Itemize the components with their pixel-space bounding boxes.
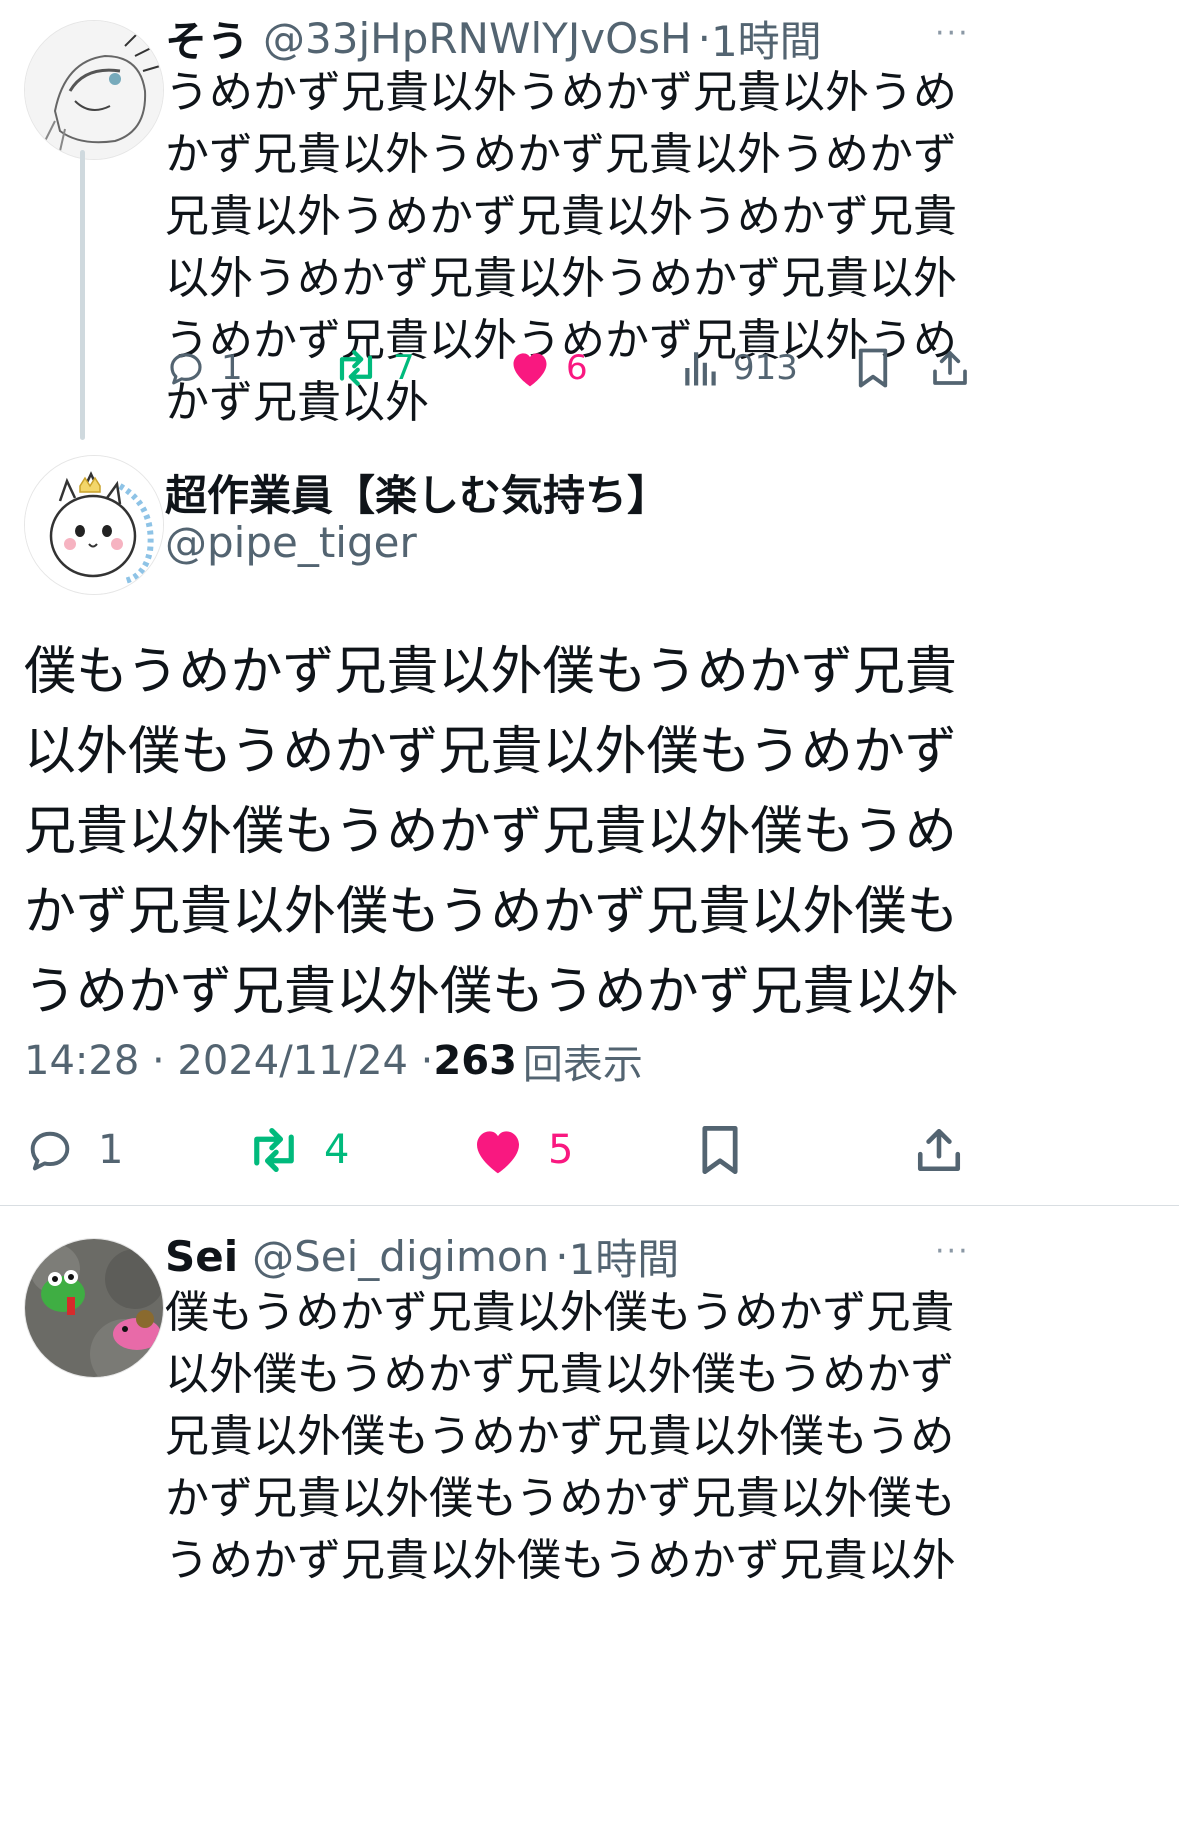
post1-time[interactable]: 1時間 — [711, 8, 822, 69]
retweet-icon — [254, 1128, 294, 1172]
post1-share-button[interactable] — [930, 338, 970, 398]
heart-icon — [513, 353, 547, 387]
post1-views-button[interactable]: 913 — [683, 338, 798, 398]
heart-icon — [477, 1131, 519, 1174]
main-post-views-label: 回表示 — [522, 1042, 643, 1088]
post1-like-button[interactable]: 6 — [508, 338, 588, 398]
post3-time[interactable]: 1時間 — [569, 1226, 680, 1287]
avatar-pipe-tiger[interactable] — [24, 455, 164, 595]
bookmark-icon — [858, 348, 888, 388]
post1-reply-count: 1 — [221, 348, 243, 388]
post3-text: 僕もうめかず兄貴以外僕もうめかず兄貴以外僕もうめかず兄貴以外僕もうめかず兄貴以外… — [165, 1287, 956, 1586]
main-post-reply-button[interactable]: 1 — [24, 1120, 123, 1180]
retweet-icon — [339, 350, 373, 386]
main-post-text: 僕もうめかず兄貴以外僕もうめかず兄貴以外僕もうめかず兄貴以外僕もうめかず兄貴以外… — [24, 642, 959, 1022]
thread-connector — [80, 150, 85, 440]
views-chart-icon — [685, 352, 716, 386]
post1-bookmark-button[interactable] — [855, 338, 891, 398]
share-icon — [933, 351, 967, 385]
reply-icon — [170, 353, 202, 385]
main-post-author-handle[interactable]: @pipe_tiger — [165, 518, 417, 567]
avatar-sou[interactable] — [24, 20, 164, 160]
main-post-reply-count: 1 — [98, 1127, 124, 1173]
main-post-divider — [0, 1205, 1179, 1206]
post3-separator: · — [555, 1231, 569, 1281]
main-post-retweet-button[interactable]: 4 — [246, 1120, 349, 1180]
post1-reply-button[interactable]: 1 — [165, 338, 243, 398]
post3-header: Sei @Sei_digimon · 1時間 — [165, 1228, 679, 1284]
main-post-retweet-count: 4 — [324, 1127, 350, 1173]
main-post-share-button[interactable] — [914, 1120, 964, 1180]
post3-more-icon[interactable]: ··· — [935, 1234, 970, 1269]
post1-author-handle[interactable]: @33jHpRNWlYJvOsH — [263, 14, 692, 63]
main-post-timestamp[interactable]: 14:28 · 2024/11/24 · — [24, 1038, 433, 1084]
post1-header: そう @33jHpRNWlYJvOsH · 1時間 — [165, 10, 822, 66]
post1-views-count: 913 — [733, 348, 798, 388]
main-post-author-name[interactable]: 超作業員【楽しむ気持ち】 — [165, 462, 669, 523]
main-post-actions: 1 4 5 — [24, 1120, 1164, 1180]
post1-author-name[interactable]: そう — [165, 8, 249, 69]
post1-more-icon[interactable]: ··· — [935, 16, 970, 51]
post1-separator: · — [697, 13, 711, 63]
avatar-sei[interactable] — [24, 1238, 164, 1378]
post1-retweet-button[interactable]: 7 — [333, 338, 415, 398]
main-post-like-button[interactable]: 5 — [470, 1120, 573, 1180]
post1-retweet-count: 7 — [393, 348, 415, 388]
post1-like-count: 6 — [566, 348, 588, 388]
main-post-like-count: 5 — [548, 1127, 574, 1173]
post3-author-name[interactable]: Sei — [165, 1232, 238, 1281]
share-icon — [917, 1128, 961, 1172]
main-post-meta: 14:28 · 2024/11/24 · 263 回表示 — [24, 1030, 643, 1092]
reply-icon — [30, 1131, 70, 1171]
post3-author-handle[interactable]: @Sei_digimon — [252, 1232, 549, 1281]
bookmark-icon — [702, 1125, 738, 1175]
main-post-bookmark-button[interactable] — [698, 1120, 742, 1180]
post1-actions: 1 7 6 913 — [165, 338, 1165, 398]
main-post-views-count: 263 — [433, 1038, 517, 1084]
